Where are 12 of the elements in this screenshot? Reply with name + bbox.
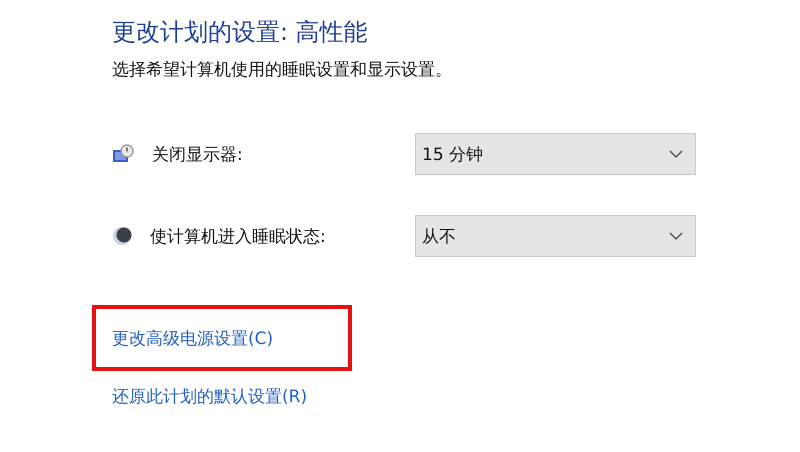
dropdown[interactable]: 15 分钟 (415, 133, 696, 175)
link[interactable]: 还原此计划的默认设置(R) (112, 387, 308, 407)
setting-label: 使计算机进入睡眠状态: (150, 226, 326, 248)
page-description: 选择希望计算机使用的睡眠设置和显示设置。 (112, 59, 453, 81)
moon-icon (112, 226, 132, 246)
chevron-down-icon (669, 150, 683, 158)
chevron-down-icon (669, 232, 683, 240)
dropdown[interactable]: 从不 (415, 215, 696, 257)
monitor-clock-icon (112, 144, 134, 164)
page-title: 更改计划的设置: 高性能 (112, 17, 369, 48)
link[interactable]: 更改高级电源设置(C) (112, 326, 274, 350)
setting-label: 关闭显示器: (152, 144, 243, 166)
